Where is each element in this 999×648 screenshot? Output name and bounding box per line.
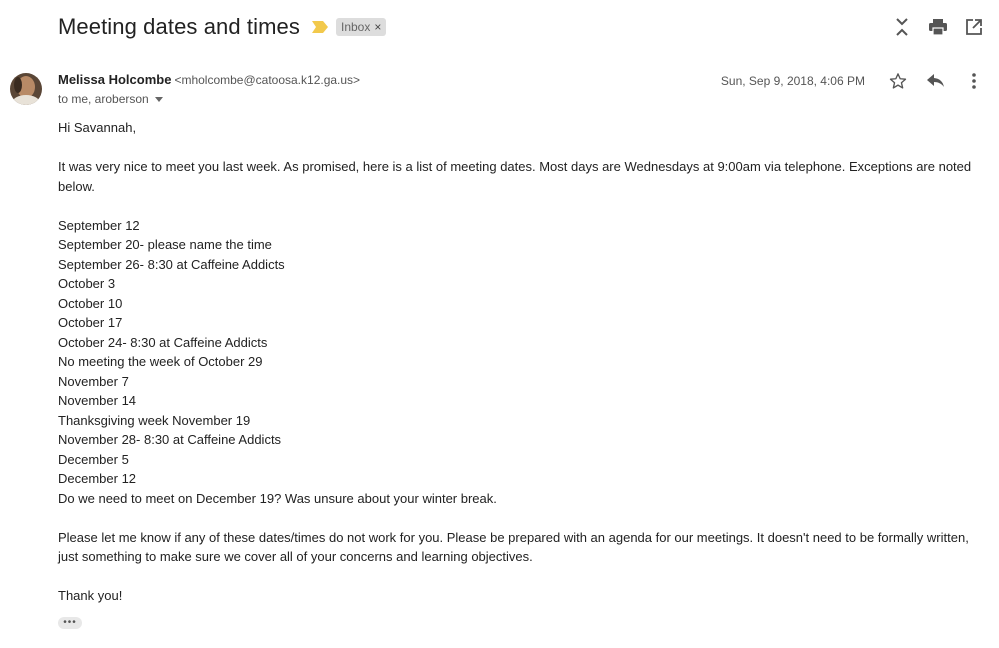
- avatar[interactable]: [10, 73, 42, 105]
- inbox-label-text: Inbox: [341, 20, 371, 34]
- open-in-new-window-icon[interactable]: [963, 16, 985, 38]
- sender-name[interactable]: Melissa Holcombe: [58, 72, 171, 87]
- more-vert-icon[interactable]: [963, 70, 985, 92]
- date-line: September 12: [58, 217, 140, 233]
- remove-label-button[interactable]: ×: [374, 20, 381, 34]
- print-icon[interactable]: [927, 16, 949, 38]
- date-line: October 24- 8:30 at Caffeine Addicts: [58, 334, 268, 350]
- date-line: Do we need to meet on December 19? Was u…: [58, 490, 497, 506]
- greeting: Hi Savannah,: [58, 120, 137, 135]
- date-line: No meeting the week of October 29: [58, 354, 263, 369]
- sender-line: Melissa Holcombe <mholcombe@catoosa.k12.g…: [58, 72, 360, 87]
- closing-paragraph: Please let me know if any of these dates…: [58, 529, 969, 565]
- subject-header: Meeting dates and times Inbox ×: [58, 14, 387, 40]
- message-date: Sun, Sep 9, 2018, 4:06 PM: [720, 74, 865, 88]
- important-marker-icon[interactable]: [312, 21, 328, 33]
- date-line: November 14: [58, 393, 137, 408]
- date-line: September 26- 8:30 at Caffeine Addicts: [58, 256, 285, 272]
- email-subject: Meeting dates and times: [58, 14, 300, 39]
- date-line: October 3: [58, 276, 116, 291]
- ellipsis-icon: •••: [63, 617, 77, 628]
- date-line: November 7: [58, 373, 129, 389]
- signoff: Thank you!: [58, 588, 123, 603]
- recipients: to me, aroberson: [58, 92, 149, 106]
- collapse-all-icon[interactable]: [891, 16, 913, 38]
- date-line: October 10: [58, 295, 123, 311]
- show-trimmed-content-button[interactable]: •••: [58, 617, 82, 629]
- thread-actions: [891, 16, 985, 38]
- date-line: September 20- please name the time: [58, 237, 272, 252]
- date-line: October 17: [58, 315, 123, 330]
- intro-paragraph: It was very nice to meet you last week. …: [58, 159, 972, 194]
- inbox-label: Inbox ×: [336, 18, 387, 36]
- date-line: November 28- 8:30 at Caffeine Addicts: [58, 432, 282, 447]
- date-line: December 12: [58, 471, 137, 486]
- message-meta: Sun, Sep 9, 2018, 4:06 PM: [721, 70, 985, 92]
- reply-icon[interactable]: [925, 70, 947, 92]
- message-body: Hi Savannah, It was very nice to meet yo…: [58, 118, 983, 606]
- date-line: Thanksgiving week November 19: [58, 412, 251, 428]
- sender-email: <mholcombe@catoosa.k12.ga.us>: [174, 73, 361, 87]
- show-details-icon[interactable]: [154, 96, 163, 102]
- date-line: December 5: [58, 451, 129, 467]
- recipients-line: to me, aroberson: [58, 92, 163, 106]
- star-icon[interactable]: [887, 70, 909, 92]
